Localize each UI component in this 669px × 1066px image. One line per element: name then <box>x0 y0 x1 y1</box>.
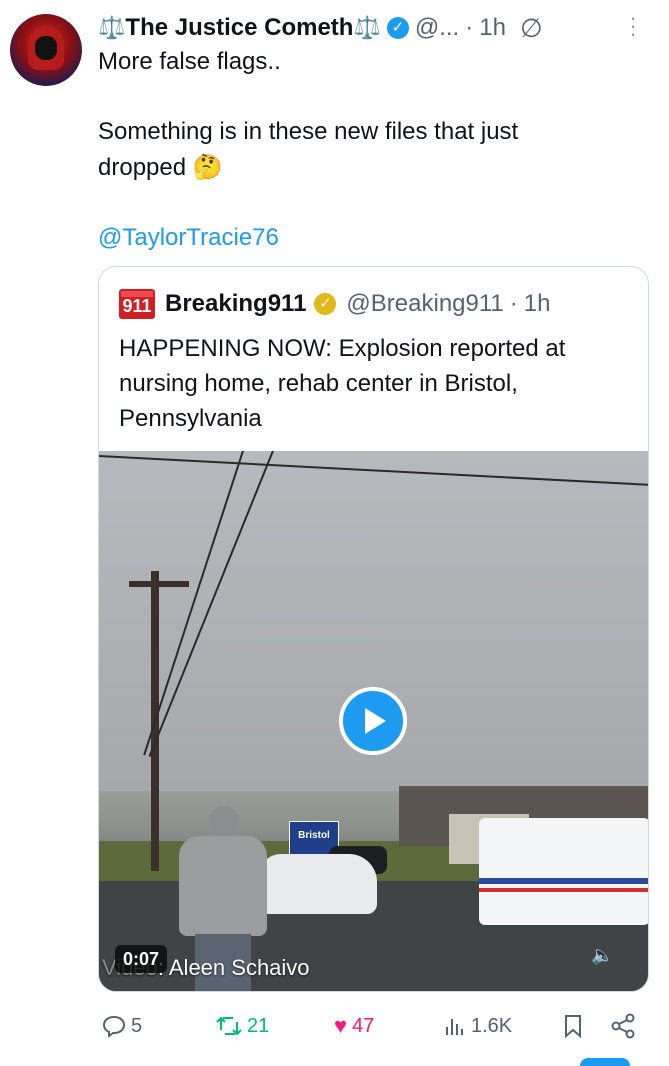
scale-icon: ⚖️ <box>353 15 381 40</box>
scale-icon: ⚖️ <box>98 15 126 40</box>
repost-button[interactable]: 21 <box>216 1010 269 1042</box>
avatar-face <box>35 36 57 60</box>
like-count: 47 <box>352 1014 375 1037</box>
reply-count: 5 <box>131 1014 143 1037</box>
reply-icon <box>102 1015 126 1037</box>
heart-icon: ♥ <box>334 1013 348 1038</box>
share-icon <box>611 1013 635 1039</box>
video-credit-name: : Aleen Schaivo <box>157 955 310 980</box>
reply-button[interactable]: 5 <box>102 1010 142 1042</box>
video-duration: 0:07 <box>115 945 168 973</box>
share-button[interactable] <box>610 1010 636 1042</box>
ambulance <box>479 818 648 925</box>
author-handle[interactable]: @... <box>415 14 459 42</box>
play-button[interactable] <box>339 687 407 755</box>
mention-link[interactable]: @TaylorTracie76 <box>98 220 279 256</box>
author-name[interactable]: The Justice Cometh <box>125 14 353 42</box>
quote-time[interactable]: 1h <box>524 290 551 318</box>
bookmark-icon <box>565 1015 581 1038</box>
video-player[interactable]: Bristol Video: Aleen Schaivo 0:07 🔈 <box>99 451 648 991</box>
person-body <box>179 836 267 936</box>
repost-count: 21 <box>247 1014 270 1037</box>
bookmark-button[interactable] <box>562 1010 584 1042</box>
more-options-icon[interactable]: · · · <box>626 7 640 45</box>
quote-handle[interactable]: @Breaking911 <box>346 290 503 318</box>
quote-header: 911 Breaking911 ✓ @Breaking911 · 1h <box>119 287 550 321</box>
like-button[interactable]: ♥ 47 <box>334 1010 374 1042</box>
repost-icon <box>216 1016 242 1036</box>
tweet-text-word: dropped <box>98 154 187 181</box>
views-button[interactable]: 1.6K <box>444 1010 512 1042</box>
separator: · <box>509 290 518 317</box>
play-icon <box>365 708 386 734</box>
next-post-hint <box>580 1058 630 1066</box>
mute-icon[interactable]: 🔈 <box>591 945 613 966</box>
views-count: 1.6K <box>471 1014 513 1037</box>
verified-icon: ✓ <box>386 17 409 39</box>
ambulance-stripe <box>479 878 648 884</box>
thinking-emoji: 🤔 <box>192 154 223 181</box>
quoted-tweet[interactable]: 911 Breaking911 ✓ @Breaking911 · 1h HAPP… <box>98 266 649 992</box>
tweet-header: ⚖️ The Justice Cometh ⚖️ ✓ @... · 1h ∅ <box>98 10 543 46</box>
tweet-text-line: dropped 🤔 <box>98 150 223 186</box>
pole-crossarm <box>129 581 189 587</box>
gold-verified-icon: ✓ <box>314 293 337 315</box>
breaking911-logo[interactable]: 911 <box>119 289 155 319</box>
tweet-text-line: Something is in these new files that jus… <box>98 118 519 145</box>
quote-author-name[interactable]: Breaking911 <box>165 290 306 318</box>
separator: · <box>465 14 474 41</box>
tweet-actions: 5 21 ♥ 47 1.6K <box>98 1010 649 1042</box>
tweet-text-line: More false flags.. <box>98 48 281 75</box>
views-icon <box>446 1019 463 1035</box>
ambulance-stripe <box>479 888 648 892</box>
author-avatar[interactable] <box>10 14 82 86</box>
tweet-time[interactable]: 1h <box>479 14 506 42</box>
video-car <box>259 854 377 914</box>
quote-text: HAPPENING NOW: Explosion reported at nur… <box>119 335 566 432</box>
grok-icon[interactable]: ∅ <box>520 13 543 44</box>
